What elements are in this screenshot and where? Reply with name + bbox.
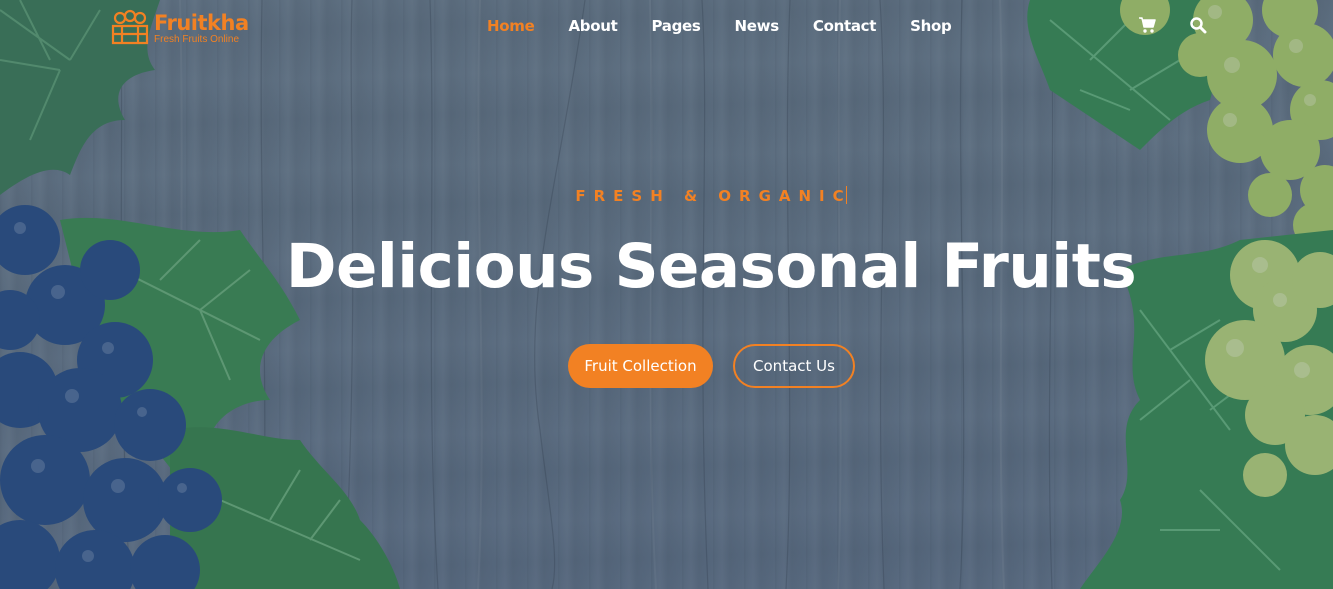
brand-name: Fruitkha (154, 10, 249, 35)
header-icons (1138, 16, 1207, 34)
search-icon[interactable] (1189, 16, 1207, 34)
nav-home[interactable]: Home (470, 16, 551, 36)
hero-subtitle-text: FRESH & ORGANIC (575, 187, 852, 205)
fruit-collection-button[interactable]: Fruit Collection (568, 344, 713, 388)
nav-news[interactable]: News (718, 16, 796, 36)
fruit-crate-icon (111, 9, 149, 45)
hero-buttons: Fruit Collection Contact Us (568, 344, 855, 388)
shopping-cart-icon[interactable] (1138, 16, 1156, 34)
hero-section: Fruitkha Fresh Fruits Online Home About … (0, 0, 1333, 589)
contact-us-button[interactable]: Contact Us (733, 344, 855, 388)
main-nav: Home About Pages News Contact Shop (470, 16, 968, 36)
hero-subtitle: FRESH & ORGANIC (0, 186, 1333, 205)
nav-about[interactable]: About (551, 16, 634, 36)
brand-tagline: Fresh Fruits Online (154, 33, 240, 45)
typing-caret (845, 186, 847, 204)
nav-shop[interactable]: Shop (893, 16, 968, 36)
nav-contact[interactable]: Contact (796, 16, 893, 36)
site-logo[interactable]: Fruitkha Fresh Fruits Online (110, 8, 260, 48)
nav-pages[interactable]: Pages (634, 16, 717, 36)
hero-title: Delicious Seasonal Fruits (285, 231, 1137, 302)
site-header: Fruitkha Fresh Fruits Online Home About … (0, 0, 1333, 52)
